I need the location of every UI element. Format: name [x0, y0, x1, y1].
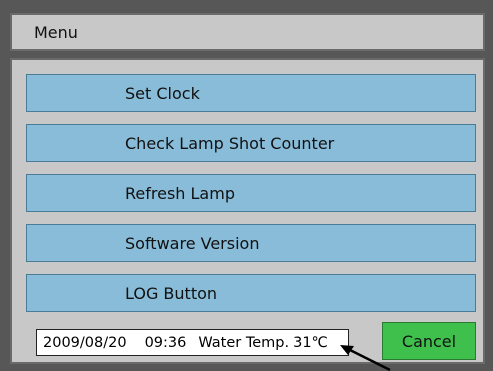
check-lamp-shot-counter-button[interactable]: Check Lamp Shot Counter	[26, 124, 476, 162]
check-lamp-shot-counter-label: Check Lamp Shot Counter	[125, 133, 335, 153]
status-temp-value: 31℃	[293, 334, 328, 351]
arrow-pointer-icon	[340, 345, 391, 371]
refresh-lamp-label: Refresh Lamp	[125, 183, 235, 203]
status-time: 09:36	[144, 334, 187, 351]
status-temp-label: Water Temp.	[198, 334, 290, 351]
refresh-lamp-button[interactable]: Refresh Lamp	[26, 174, 476, 212]
log-button-label: LOG Button	[125, 283, 218, 303]
set-clock-button[interactable]: Set Clock	[26, 74, 476, 112]
title-bar: Menu	[10, 13, 485, 51]
log-button[interactable]: LOG Button	[26, 274, 476, 312]
software-version-button[interactable]: Software Version	[26, 224, 476, 262]
status-display: 2009/08/20 09:36 Water Temp. 31℃	[36, 329, 349, 356]
page-title: Menu	[34, 22, 78, 42]
status-date: 2009/08/20	[43, 334, 127, 351]
app-window: Menu Set Clock Check Lamp Shot Counter R…	[0, 0, 493, 371]
cancel-label: Cancel	[401, 331, 457, 351]
menu-panel: Set Clock Check Lamp Shot Counter Refres…	[10, 58, 485, 364]
software-version-label: Software Version	[125, 233, 260, 253]
set-clock-label: Set Clock	[125, 83, 200, 103]
cancel-button[interactable]: Cancel	[382, 322, 476, 360]
